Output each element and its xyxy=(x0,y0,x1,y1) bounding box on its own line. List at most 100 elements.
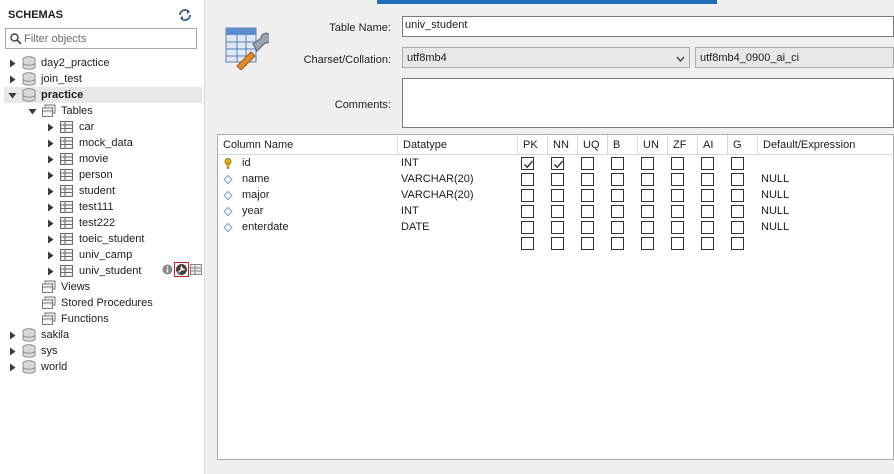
expand-right-icon[interactable] xyxy=(8,331,17,340)
column-row[interactable]: enterdate DATE NULL xyxy=(218,219,894,235)
table-univ_camp[interactable]: univ_camp xyxy=(46,247,132,263)
g-checkbox[interactable] xyxy=(731,221,744,234)
expand-down-icon[interactable] xyxy=(8,91,17,100)
uq-checkbox[interactable] xyxy=(581,237,594,250)
charset-select[interactable]: utf8mb4 xyxy=(402,47,690,68)
filter-objects-box[interactable] xyxy=(5,28,197,49)
g-checkbox[interactable] xyxy=(731,173,744,186)
pk-checkbox[interactable] xyxy=(521,205,534,218)
column-name-cell[interactable]: name xyxy=(242,171,270,187)
table-student[interactable]: student xyxy=(46,183,115,199)
expand-right-icon[interactable] xyxy=(46,219,55,228)
pk-checkbox[interactable] xyxy=(521,173,534,186)
column-header[interactable]: UQ xyxy=(578,135,608,155)
expand-right-icon[interactable] xyxy=(8,363,17,372)
default-expression-cell[interactable]: NULL xyxy=(761,219,789,235)
table-mock_data[interactable]: mock_data xyxy=(46,135,133,151)
wrench-icon[interactable] xyxy=(174,262,189,277)
table-data-icon[interactable] xyxy=(190,264,202,275)
column-row[interactable]: major VARCHAR(20) NULL xyxy=(218,187,894,203)
default-expression-cell[interactable]: NULL xyxy=(761,203,789,219)
ai-checkbox[interactable] xyxy=(701,189,714,202)
nn-checkbox[interactable] xyxy=(551,221,564,234)
ai-checkbox[interactable] xyxy=(701,237,714,250)
uq-checkbox[interactable] xyxy=(581,173,594,186)
schema-sakila[interactable]: sakila xyxy=(8,327,69,343)
table-person[interactable]: person xyxy=(46,167,113,183)
default-expression-cell[interactable]: NULL xyxy=(761,171,789,187)
expand-right-icon[interactable] xyxy=(46,251,55,260)
info-icon[interactable] xyxy=(162,264,173,275)
g-checkbox[interactable] xyxy=(731,237,744,250)
b-checkbox[interactable] xyxy=(611,189,624,202)
column-name-cell[interactable]: year xyxy=(242,203,263,219)
stored-procedures-folder[interactable]: Stored Procedures xyxy=(28,295,153,311)
nn-checkbox[interactable] xyxy=(551,173,564,186)
g-checkbox[interactable] xyxy=(731,205,744,218)
b-checkbox[interactable] xyxy=(611,237,624,250)
un-checkbox[interactable] xyxy=(641,173,654,186)
table-car[interactable]: car xyxy=(46,119,94,135)
column-row[interactable]: year INT NULL xyxy=(218,203,894,219)
column-name-cell[interactable]: enterdate xyxy=(242,219,288,235)
nn-checkbox[interactable] xyxy=(551,189,564,202)
column-header[interactable]: ZF xyxy=(668,135,698,155)
refresh-icon[interactable] xyxy=(178,9,192,21)
new-column-row[interactable] xyxy=(218,235,894,251)
datatype-cell[interactable]: VARCHAR(20) xyxy=(401,187,474,203)
schema-join_test[interactable]: join_test xyxy=(8,71,82,87)
column-header[interactable]: Default/Expression xyxy=(758,135,894,155)
nn-checkbox[interactable] xyxy=(551,205,564,218)
expand-right-icon[interactable] xyxy=(46,139,55,148)
expand-right-icon[interactable] xyxy=(8,347,17,356)
zf-checkbox[interactable] xyxy=(671,221,684,234)
column-header[interactable]: UN xyxy=(638,135,668,155)
ai-checkbox[interactable] xyxy=(701,173,714,186)
pk-checkbox[interactable] xyxy=(521,221,534,234)
table-test222[interactable]: test222 xyxy=(46,215,115,231)
column-header[interactable]: Datatype xyxy=(398,135,518,155)
column-name-cell[interactable]: id xyxy=(242,155,251,171)
expand-right-icon[interactable] xyxy=(46,235,55,244)
ai-checkbox[interactable] xyxy=(701,221,714,234)
views-folder[interactable]: Views xyxy=(28,279,90,295)
uq-checkbox[interactable] xyxy=(581,189,594,202)
b-checkbox[interactable] xyxy=(611,205,624,218)
un-checkbox[interactable] xyxy=(641,237,654,250)
datatype-cell[interactable]: DATE xyxy=(401,219,430,235)
table-univ_student[interactable]: univ_student xyxy=(46,263,141,279)
nn-checkbox[interactable] xyxy=(551,237,564,250)
datatype-cell[interactable]: VARCHAR(20) xyxy=(401,171,474,187)
collation-select[interactable]: utf8mb4_0900_ai_ci xyxy=(695,47,894,68)
schema-day2_practice[interactable]: day2_practice xyxy=(8,55,110,71)
expand-down-icon[interactable] xyxy=(28,107,37,116)
b-checkbox[interactable] xyxy=(611,157,624,170)
zf-checkbox[interactable] xyxy=(671,157,684,170)
column-header[interactable]: PK xyxy=(518,135,548,155)
expand-right-icon[interactable] xyxy=(46,155,55,164)
uq-checkbox[interactable] xyxy=(581,221,594,234)
pk-checkbox[interactable] xyxy=(521,237,534,250)
expand-right-icon[interactable] xyxy=(46,203,55,212)
column-row[interactable]: name VARCHAR(20) NULL xyxy=(218,171,894,187)
expand-right-icon[interactable] xyxy=(8,75,17,84)
column-header[interactable]: B xyxy=(608,135,638,155)
un-checkbox[interactable] xyxy=(641,157,654,170)
default-expression-cell[interactable]: NULL xyxy=(761,187,789,203)
column-name-cell[interactable]: major xyxy=(242,187,270,203)
table-toeic_student[interactable]: toeic_student xyxy=(46,231,144,247)
column-row[interactable]: id INT xyxy=(218,155,894,171)
table-name-field[interactable]: univ_student xyxy=(402,16,894,37)
g-checkbox[interactable] xyxy=(731,157,744,170)
ai-checkbox[interactable] xyxy=(701,157,714,170)
filter-objects-input[interactable] xyxy=(24,30,194,47)
column-header[interactable]: NN xyxy=(548,135,578,155)
expand-right-icon[interactable] xyxy=(46,267,55,276)
g-checkbox[interactable] xyxy=(731,189,744,202)
datatype-cell[interactable]: INT xyxy=(401,203,419,219)
pk-checkbox[interactable] xyxy=(521,157,534,170)
comments-field[interactable] xyxy=(402,78,894,128)
zf-checkbox[interactable] xyxy=(671,173,684,186)
uq-checkbox[interactable] xyxy=(581,205,594,218)
uq-checkbox[interactable] xyxy=(581,157,594,170)
